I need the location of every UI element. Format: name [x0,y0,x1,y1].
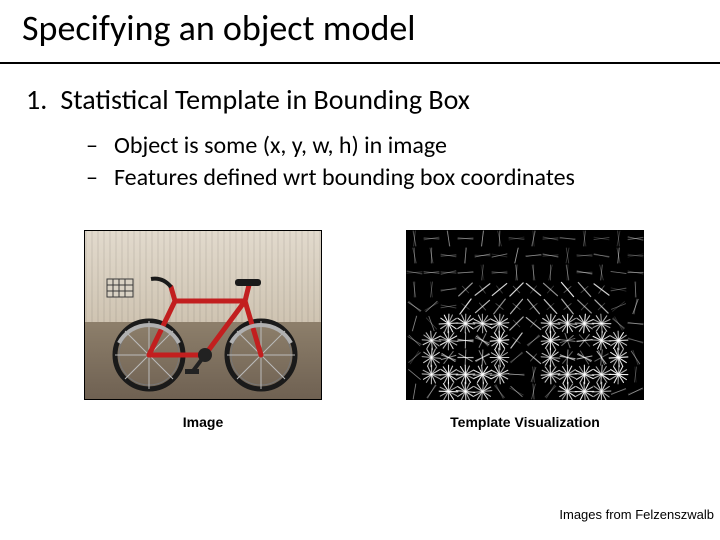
slide-title: Specifying an object model [22,6,416,50]
hog-visualization [406,230,644,400]
bicycle-photo [84,230,322,400]
sub-item-text: Features defined wrt bounding box coordi… [114,162,575,194]
bullet-dash: – [86,162,114,194]
bicycle-icon [85,231,322,400]
title-divider [0,62,720,64]
bullet-dash: – [86,130,114,162]
list-text: Statistical Template in Bounding Box [60,82,470,117]
caption-image: Image [183,414,223,430]
image-credit: Images from Felzenszwalb [559,507,714,522]
figure-template: Template Visualization [406,230,644,430]
sub-list: – Object is some (x, y, w, h) in image –… [86,130,575,195]
sub-item-1: – Object is some (x, y, w, h) in image [86,130,575,162]
sub-item-text: Object is some (x, y, w, h) in image [114,130,447,162]
list-number: 1. [26,82,54,117]
figure-image: Image [84,230,322,430]
caption-template: Template Visualization [450,414,600,430]
figure-row: Image Template Visualization [84,230,644,430]
sub-item-2: – Features defined wrt bounding box coor… [86,162,575,194]
list-item-1: 1. Statistical Template in Bounding Box [26,82,470,117]
hog-pattern [406,230,644,400]
